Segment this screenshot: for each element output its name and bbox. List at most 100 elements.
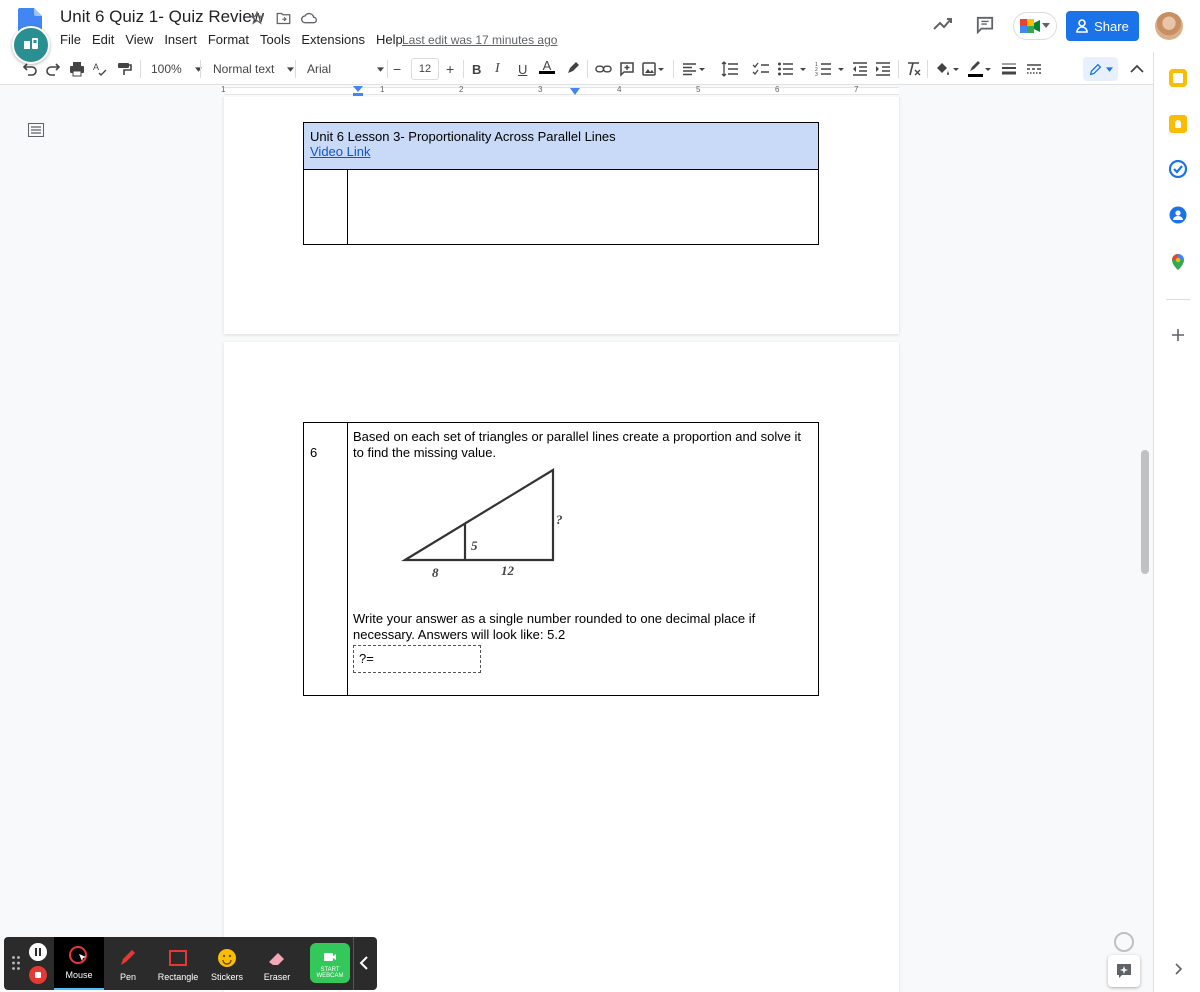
horizontal-ruler[interactable]: 1 1 2 3 4 5 6 7 <box>0 85 1153 97</box>
chevron-down-icon <box>377 66 385 72</box>
maps-icon[interactable] <box>1169 253 1187 271</box>
document-title[interactable]: Unit 6 Quiz 1- Quiz Review <box>60 7 264 27</box>
border-color-icon[interactable] <box>967 58 993 80</box>
video-link[interactable]: Video Link <box>310 144 812 159</box>
ruler-mark: 4 <box>617 85 622 94</box>
underline-button[interactable]: U <box>518 58 527 80</box>
calendar-icon[interactable] <box>1169 69 1187 87</box>
menu-insert[interactable]: Insert <box>164 32 197 47</box>
vertical-scrollbar[interactable] <box>1141 450 1149 574</box>
editing-mode-button[interactable] <box>1083 57 1118 81</box>
highlight-pen-icon[interactable] <box>565 58 581 80</box>
unknown-label: ? <box>556 512 563 527</box>
tasks-icon[interactable] <box>1169 160 1187 178</box>
italic-button[interactable]: I <box>495 58 500 80</box>
rectangle-icon <box>169 950 187 966</box>
question-content-cell[interactable]: Based on each set of triangles or parall… <box>347 422 819 696</box>
menu-help[interactable]: Help <box>376 32 403 47</box>
document-page-1[interactable]: Unit 6 Lesson 3- Proportionality Across … <box>224 97 899 334</box>
menu-view[interactable]: View <box>125 32 153 47</box>
user-avatar[interactable] <box>1155 12 1183 40</box>
move-folder-icon[interactable] <box>274 9 292 27</box>
table-cell[interactable] <box>303 169 348 245</box>
increase-indent-icon[interactable] <box>875 58 891 80</box>
collapse-recorder-icon[interactable] <box>358 955 370 971</box>
left-indent-marker-icon[interactable] <box>353 86 363 96</box>
insert-link-icon[interactable] <box>595 58 612 80</box>
ruler-mark: 1 <box>380 85 385 94</box>
stop-recording-icon[interactable] <box>29 966 47 984</box>
star-icon[interactable] <box>248 9 266 27</box>
border-dash-icon[interactable] <box>1026 58 1042 80</box>
keep-notes-icon[interactable] <box>1169 115 1187 133</box>
question-number-cell[interactable]: 6 <box>303 422 348 696</box>
contacts-icon[interactable] <box>1169 206 1187 224</box>
menu-edit[interactable]: Edit <box>92 32 114 47</box>
last-edit-link[interactable]: Last edit was 17 minutes ago <box>402 33 557 47</box>
decrease-indent-icon[interactable] <box>852 58 868 80</box>
answer-input[interactable]: ?= <box>353 645 481 673</box>
drag-handle-icon[interactable] <box>11 955 21 971</box>
menu-extensions[interactable]: Extensions <box>301 32 365 47</box>
bulleted-list-icon[interactable] <box>777 58 809 80</box>
fill-color-icon[interactable] <box>935 58 961 80</box>
clear-formatting-icon[interactable] <box>906 58 922 80</box>
spellcheck-icon[interactable]: A <box>92 58 108 80</box>
share-button[interactable]: Share <box>1066 11 1139 41</box>
extension-badge-icon[interactable] <box>12 26 50 64</box>
recorder-item-label: Eraser <box>263 972 291 982</box>
document-outline-icon[interactable] <box>28 123 44 137</box>
explore-button[interactable] <box>1108 955 1140 987</box>
document-page-2[interactable]: 6 Based on each set of triangles or para… <box>224 342 899 992</box>
paragraph-style-select[interactable]: Normal text <box>213 58 295 80</box>
right-indent-marker-icon[interactable] <box>570 88 580 96</box>
print-icon[interactable] <box>69 58 85 80</box>
paragraph-style-value: Normal text <box>213 62 275 76</box>
table-cell[interactable] <box>347 169 819 245</box>
ruler-mark: 6 <box>775 85 780 94</box>
decrease-font-size-button[interactable]: − <box>393 58 401 80</box>
triangle-figure[interactable]: 5 ? 8 12 <box>399 467 569 587</box>
cloud-saved-icon[interactable] <box>300 9 318 27</box>
start-webcam-button[interactable]: START WEBCAM <box>310 943 350 983</box>
recorder-mouse-button[interactable]: Mouse <box>54 937 104 990</box>
recorder-stickers-button[interactable]: Stickers <box>203 937 251 990</box>
redo-icon[interactable] <box>45 58 61 80</box>
menu-format[interactable]: Format <box>208 32 249 47</box>
collapse-menus-icon[interactable] <box>1130 58 1144 80</box>
zoom-select[interactable]: 100% <box>151 58 202 80</box>
pause-icon[interactable] <box>29 943 47 961</box>
menu-file[interactable]: File <box>60 32 81 47</box>
lesson-header-cell[interactable]: Unit 6 Lesson 3- Proportionality Across … <box>303 122 819 170</box>
increase-font-size-button[interactable]: + <box>446 58 454 80</box>
meet-button[interactable] <box>1013 12 1057 40</box>
recorder-rectangle-button[interactable]: Rectangle <box>154 937 202 990</box>
font-select[interactable]: Arial <box>307 58 385 80</box>
right-base-label: 12 <box>501 563 515 578</box>
show-side-panel-icon[interactable] <box>1169 960 1187 978</box>
menu-tools[interactable]: Tools <box>260 32 290 47</box>
toolbar-divider <box>463 60 464 78</box>
grammarly-icon[interactable] <box>1114 932 1134 952</box>
add-comment-icon[interactable] <box>619 58 635 80</box>
line-spacing-icon[interactable] <box>721 58 739 80</box>
text-color-button[interactable]: A <box>539 58 555 80</box>
insert-image-icon[interactable] <box>642 58 664 80</box>
comments-icon[interactable] <box>976 16 994 34</box>
numbered-list-icon[interactable]: 123 <box>815 58 847 80</box>
document-canvas[interactable]: Unit 6 Lesson 3- Proportionality Across … <box>0 97 1153 992</box>
chevron-down-icon <box>1042 23 1050 28</box>
add-addon-icon[interactable] <box>1169 326 1187 344</box>
recorder-eraser-button[interactable]: Eraser <box>253 937 301 990</box>
bold-button[interactable]: B <box>472 58 481 80</box>
screen-recorder-toolbar: Mouse Pen Rectangle Stickers Eraser STAR… <box>4 937 377 990</box>
activity-trend-icon[interactable] <box>933 17 953 31</box>
formatting-toolbar: A 100% Normal text Arial − 12 + B I U A … <box>0 52 1153 85</box>
recorder-pen-button[interactable]: Pen <box>104 937 152 990</box>
font-size-field[interactable]: 12 <box>411 58 439 80</box>
align-left-icon[interactable] <box>682 58 706 80</box>
checklist-icon[interactable] <box>752 58 770 80</box>
border-width-icon[interactable] <box>1001 58 1017 80</box>
paint-format-icon[interactable] <box>116 58 132 80</box>
toolbar-divider <box>587 60 588 78</box>
